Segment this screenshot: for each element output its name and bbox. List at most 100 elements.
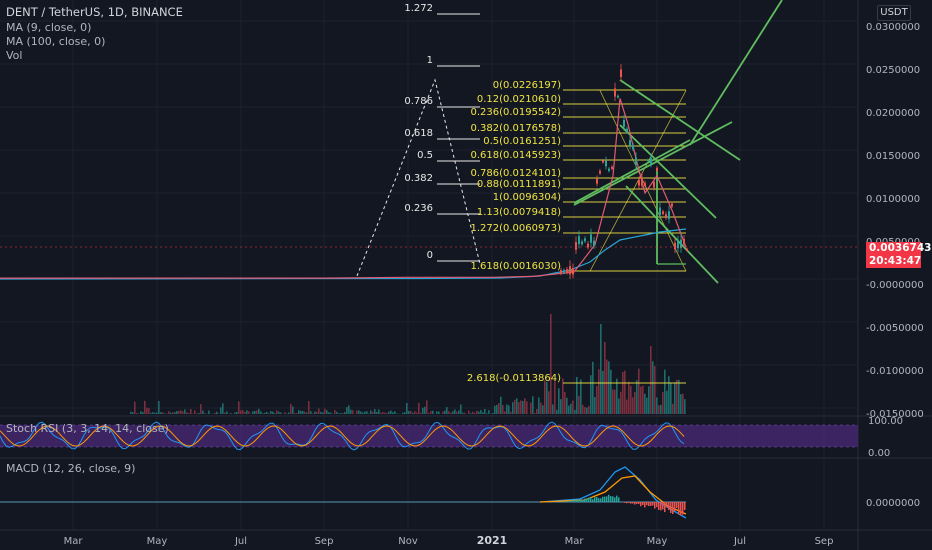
stoch-rsi-title[interactable]: Stoch RSI (3, 3, 14, 14, close) xyxy=(6,422,169,435)
volume-bar xyxy=(226,411,228,414)
volume-bar xyxy=(404,412,406,414)
volume-bar xyxy=(168,411,170,414)
volume-bar xyxy=(612,389,614,414)
volume-bar xyxy=(652,361,654,414)
candle-body xyxy=(626,128,628,132)
volume-bar xyxy=(360,411,362,414)
volume-bar xyxy=(318,408,320,414)
volume-bar xyxy=(582,404,584,414)
volume-bar xyxy=(446,407,448,414)
time-axis-label: May xyxy=(147,536,168,547)
volume-bar xyxy=(676,379,678,414)
macd-hist-bar xyxy=(652,502,654,506)
stoch-axis-label: 0.00 xyxy=(868,448,890,459)
macd-hist-bar xyxy=(640,502,642,507)
volume-bar xyxy=(596,386,598,414)
volume-bar xyxy=(544,380,546,414)
legend-volume[interactable]: Vol xyxy=(6,49,22,62)
volume-bar xyxy=(150,412,152,414)
volume-bar xyxy=(668,376,670,414)
volume-bar xyxy=(640,386,642,414)
volume-bar xyxy=(144,400,146,414)
volume-bar xyxy=(348,405,350,414)
fib-right-level-label: 0.5(0.0161251) xyxy=(483,136,561,147)
volume-bar xyxy=(470,413,472,414)
current-price-badge: 0.0036743 xyxy=(866,242,931,255)
volume-bar xyxy=(436,411,438,414)
volume-bar xyxy=(384,412,386,414)
volume-bar xyxy=(324,408,326,414)
macd-hist-bar xyxy=(680,502,682,516)
volume-bar xyxy=(522,401,524,414)
volume-bar xyxy=(230,413,232,414)
volume-bar xyxy=(174,412,176,414)
macd-hist-bar xyxy=(580,499,582,502)
macd-hist-bar xyxy=(684,502,686,510)
volume-bar xyxy=(418,402,420,414)
volume-bar xyxy=(160,412,162,414)
price-axis-label: 0.0200000 xyxy=(866,108,920,119)
volume-bar xyxy=(414,411,416,414)
fib-right-level-label: 0.236(0.0195542) xyxy=(470,107,561,118)
volume-bar xyxy=(334,410,336,414)
currency-button[interactable]: USDT xyxy=(877,5,911,21)
chart-canvas[interactable]: 1.272 1 0.786 0.618 0.5 0.382 0.236 0 0(0.02261… xyxy=(0,0,932,550)
candle-body xyxy=(644,182,646,186)
volume-bar xyxy=(244,412,246,414)
volume-bar xyxy=(524,398,526,414)
price-axis-label: 0.0250000 xyxy=(866,65,920,76)
volume-bar xyxy=(648,386,650,414)
pane-separators xyxy=(0,0,932,550)
candle-body xyxy=(608,168,610,172)
time-axis-label: Sep xyxy=(315,536,334,547)
volume-bar xyxy=(204,413,206,414)
volume-bar xyxy=(638,368,640,414)
volume-bar xyxy=(586,407,588,414)
volume-bar xyxy=(618,398,620,414)
fib-left-level-label: 0.236 xyxy=(404,203,433,214)
macd-hist-bar xyxy=(654,502,656,509)
volume-bar xyxy=(352,410,354,414)
legend-ma-9[interactable]: MA (9, close, 0) xyxy=(6,21,91,34)
volume-bar xyxy=(338,413,340,414)
fib-retracement-right[interactable]: 0(0.0226197) 0.12(0.0210610) 0.236(0.01955… xyxy=(467,80,687,384)
volume-bar xyxy=(350,409,352,414)
volume-bar xyxy=(650,346,652,414)
volume-bar xyxy=(406,402,408,414)
price-axis-label: -0.0050000 xyxy=(866,323,924,334)
time-axis[interactable]: Mar May Jul Sep Nov 2021 Mar May Jul Sep xyxy=(64,534,834,547)
volume-bar xyxy=(156,412,158,414)
volume-bar xyxy=(660,404,662,414)
volume-bar xyxy=(294,413,296,414)
macd-hist-bar xyxy=(626,502,628,504)
volume-bar xyxy=(632,397,634,414)
volume-bar xyxy=(292,406,294,414)
macd-hist-bar xyxy=(674,502,676,511)
volume-bar xyxy=(380,412,382,414)
volume-bar xyxy=(482,412,484,414)
volume-bar xyxy=(644,393,646,414)
volume-bar xyxy=(480,410,482,414)
volume-bar xyxy=(448,411,450,414)
macd-hist-bar xyxy=(590,497,592,502)
volume-bar xyxy=(450,412,452,414)
volume-bar xyxy=(304,411,306,414)
volume-bar xyxy=(506,404,508,414)
volume-bar xyxy=(272,411,274,414)
volume-bar xyxy=(454,409,456,414)
macd-title[interactable]: MACD (12, 26, close, 9) xyxy=(6,462,135,475)
volume-bar xyxy=(234,412,236,414)
volume-bar xyxy=(236,411,238,414)
fib-right-level-label: 0.382(0.0176578) xyxy=(470,123,561,134)
volume-bar xyxy=(554,381,556,414)
fib-extension-left[interactable]: 1.272 1 0.786 0.618 0.5 0.382 0.236 0 xyxy=(356,3,481,277)
macd-hist-bar xyxy=(638,502,640,505)
candle-body xyxy=(638,180,640,186)
volume-bar xyxy=(460,404,462,414)
volume-bar xyxy=(296,413,298,414)
candle-body xyxy=(623,119,625,127)
volume-bar xyxy=(646,397,648,414)
candle-body xyxy=(563,270,565,273)
macd-hist-bar xyxy=(588,497,590,502)
legend-ma-100[interactable]: MA (100, close, 0) xyxy=(6,35,105,48)
